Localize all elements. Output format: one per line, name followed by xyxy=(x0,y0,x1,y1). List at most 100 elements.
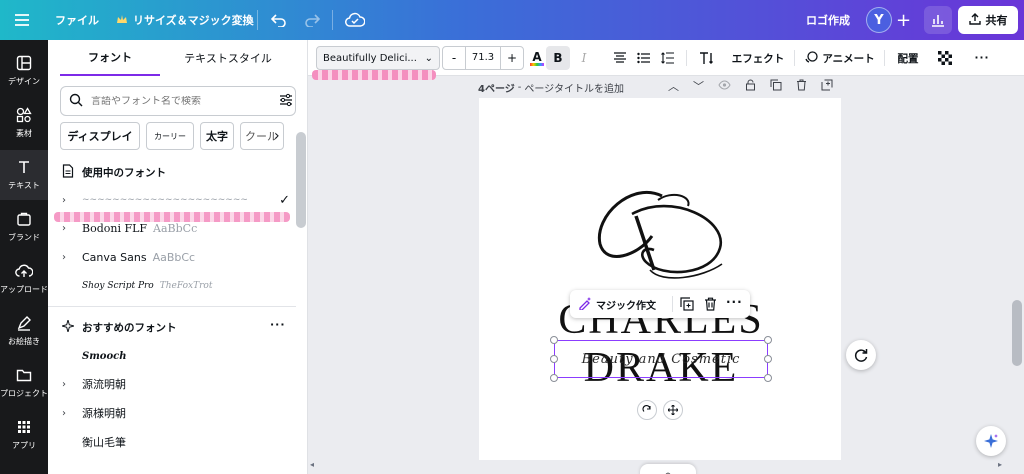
more-options-icon[interactable]: ··· xyxy=(726,295,743,309)
tagline-text-box[interactable]: Beauty and Cosmetic xyxy=(554,340,768,378)
rail-item-design[interactable]: デザイン xyxy=(0,46,48,96)
trash-icon[interactable] xyxy=(796,79,807,94)
recommended-title: おすすめのフォント xyxy=(82,322,177,334)
rail-item-brand[interactable]: ブランド xyxy=(0,202,48,252)
position-button[interactable]: 配置 xyxy=(892,46,924,70)
resize-handle-top-right[interactable] xyxy=(764,336,772,344)
font-search-box[interactable] xyxy=(60,86,296,116)
rail-item-upload[interactable]: アップロード xyxy=(0,254,48,304)
resize-magic-label: リサイズ＆マジック変換 xyxy=(133,14,254,27)
tab-text-styles[interactable]: テキストスタイル xyxy=(174,40,282,76)
magic-assistant-icon[interactable] xyxy=(976,426,1006,456)
undo-icon[interactable] xyxy=(271,0,287,40)
chip-bold[interactable]: 太字 xyxy=(200,122,234,150)
tab-fonts[interactable]: フォント xyxy=(60,40,160,76)
magic-write-button[interactable]: マジック作文 xyxy=(578,290,656,318)
decrease-size-button[interactable]: - xyxy=(443,51,465,65)
more-options-icon[interactable]: ··· xyxy=(270,318,286,331)
magic-pen-icon xyxy=(578,296,592,313)
font-family-dropdown[interactable]: Beautifully Delici... ⌄ xyxy=(316,46,440,70)
font-dropdown-highlight xyxy=(312,70,436,80)
redo-icon[interactable] xyxy=(304,0,320,40)
logo-create-label[interactable]: ロゴ作成 xyxy=(806,0,850,40)
share-button[interactable]: 共有 xyxy=(958,6,1018,34)
font-size-stepper[interactable]: - 71.3 + xyxy=(442,46,524,70)
animate-button[interactable]: アニメート xyxy=(804,46,876,70)
chevron-down-icon[interactable]: ﹀ xyxy=(693,78,704,94)
duplicate-icon[interactable] xyxy=(770,79,782,94)
font-row-script[interactable]: Shoy Script Pro TheFoxTrot xyxy=(62,272,296,300)
resize-handle-left[interactable] xyxy=(550,355,558,363)
rail-label: ブランド xyxy=(8,233,40,242)
move-icon[interactable] xyxy=(663,400,683,420)
page-actions: ︿ ﹀ xyxy=(668,78,833,94)
scroll-right-arrow-icon[interactable]: ▸ xyxy=(998,460,1002,469)
effects-button[interactable]: エフェクト xyxy=(730,46,786,70)
animate-label: アニメート xyxy=(822,52,875,65)
chevron-up-icon[interactable]: ︿ xyxy=(668,78,679,94)
chip-curly[interactable]: カーリー xyxy=(146,122,194,150)
rail-item-apps[interactable]: アプリ xyxy=(0,410,48,460)
rail-label: デザイン xyxy=(8,77,40,86)
analytics-icon[interactable] xyxy=(924,6,952,34)
font-row-canva-sans[interactable]: › Canva Sans AaBbCc xyxy=(62,243,296,271)
vertical-text-icon[interactable] xyxy=(696,46,718,70)
scroll-left-arrow-icon[interactable]: ◂ xyxy=(310,460,314,469)
chevron-right-icon[interactable]: › xyxy=(62,223,82,234)
italic-icon[interactable]: I xyxy=(574,46,594,70)
pages-panel-toggle[interactable]: ︿ xyxy=(640,464,696,474)
rail-item-projects[interactable]: プロジェクト xyxy=(0,358,48,408)
chip-display[interactable]: ディスプレイ xyxy=(60,122,140,150)
rail-item-draw[interactable]: お絵描き xyxy=(0,306,48,356)
page-title-input[interactable]: ページタイトルを追加 xyxy=(524,80,624,95)
cloud-saved-icon[interactable] xyxy=(345,0,365,40)
font-name: 源流明朝 xyxy=(82,378,126,391)
rail-item-text[interactable]: テキスト xyxy=(0,150,48,200)
chevron-right-icon[interactable]: › xyxy=(62,379,82,390)
chevron-right-icon[interactable]: › xyxy=(62,252,82,263)
trash-icon[interactable] xyxy=(704,297,717,314)
canvas-vertical-scrollbar[interactable] xyxy=(1012,300,1022,366)
hamburger-icon[interactable] xyxy=(14,0,30,40)
chevron-right-icon[interactable]: › xyxy=(62,408,82,419)
cd-monogram-logo[interactable] xyxy=(592,186,730,286)
add-member-icon[interactable]: + xyxy=(896,0,911,40)
resize-handle-top-left[interactable] xyxy=(550,336,558,344)
resize-handle-bottom-right[interactable] xyxy=(764,374,772,382)
page-separator: - xyxy=(517,81,522,93)
chevron-right-icon[interactable]: › xyxy=(62,195,82,206)
font-size-value[interactable]: 71.3 xyxy=(465,47,501,69)
line-spacing-icon[interactable] xyxy=(658,46,678,70)
font-row-smooch[interactable]: Smooch xyxy=(62,342,296,370)
chevron-right-icon[interactable]: › xyxy=(274,128,280,144)
filter-icon[interactable] xyxy=(279,93,293,110)
more-options-icon[interactable]: ··· xyxy=(970,46,994,70)
font-search-input[interactable] xyxy=(91,95,271,107)
lock-icon[interactable] xyxy=(745,79,756,94)
refresh-icon[interactable] xyxy=(846,340,876,370)
font-row-kouzan[interactable]: 衡山毛筆 xyxy=(62,428,296,456)
font-row-selected[interactable]: › ~~~~~~~~~~~~~~~~~~~~~~ ✓ xyxy=(62,186,296,214)
resize-handle-right[interactable] xyxy=(764,355,772,363)
transparency-icon[interactable] xyxy=(934,46,956,70)
text-color-icon[interactable]: A xyxy=(526,46,548,70)
rotate-icon[interactable] xyxy=(637,400,657,420)
eye-icon[interactable] xyxy=(718,79,731,93)
bold-icon[interactable]: B xyxy=(546,46,570,70)
align-center-icon[interactable] xyxy=(610,46,630,70)
font-row-genyou[interactable]: › 源様明朝 xyxy=(62,399,296,427)
font-row-genryu[interactable]: › 源流明朝 xyxy=(62,370,296,398)
file-menu[interactable]: ファイル xyxy=(55,0,99,40)
add-page-icon[interactable] xyxy=(821,79,833,94)
panel-scrollbar[interactable] xyxy=(296,132,306,228)
sparkle-icon xyxy=(60,318,76,335)
list-icon[interactable] xyxy=(634,46,654,70)
increase-size-button[interactable]: + xyxy=(501,51,523,65)
font-sample: AaBbCc xyxy=(152,250,196,264)
chevron-up-icon: ︿ xyxy=(663,467,673,474)
duplicate-icon[interactable] xyxy=(680,297,694,314)
resize-magic-button[interactable]: リサイズ＆マジック変換 xyxy=(116,0,254,40)
rail-item-elements[interactable]: 素材 xyxy=(0,98,48,148)
resize-handle-bottom-left[interactable] xyxy=(550,374,558,382)
avatar[interactable]: Y xyxy=(866,7,892,33)
